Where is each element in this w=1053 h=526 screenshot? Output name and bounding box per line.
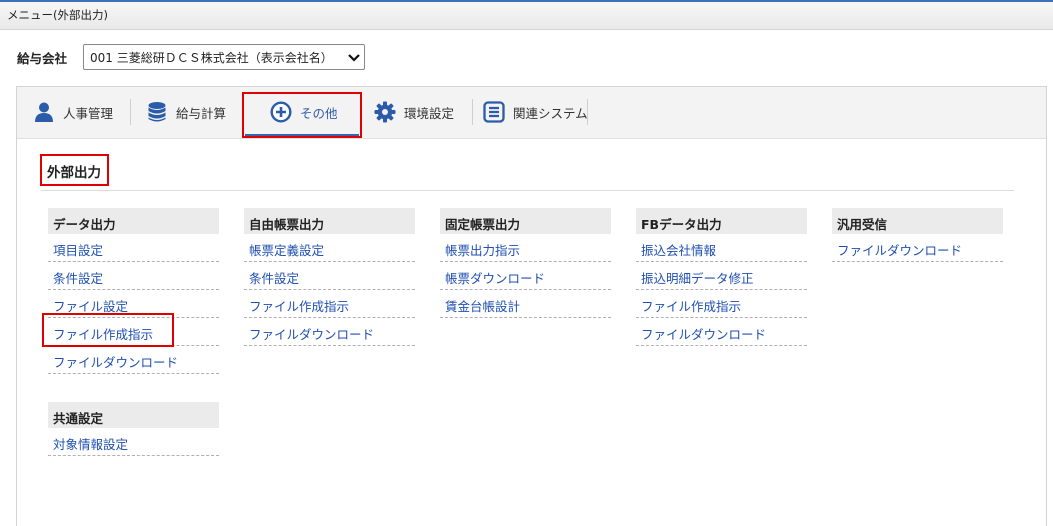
menu-item-file-settings[interactable]: ファイル設定 [48,290,219,318]
column-header: 固定帳票出力 [440,208,611,234]
window-title: メニュー(外部出力) [7,8,108,22]
column-fixed-report-output: 固定帳票出力 帳票出力指示 帳票ダウンロード 賃金台帳設計 [440,208,611,318]
tab-sonota[interactable]: その他 [270,97,338,127]
window-title-bar: メニュー(外部出力) [0,0,1053,30]
tab-label: その他 [300,105,338,121]
menu-panel: 人事管理 給与計算 その他 環境設定 関連システム 外部出力 データ出力 項目設… [16,86,1047,526]
tab-jinji[interactable]: 人事管理 [33,97,113,127]
tab-divider [243,99,244,125]
menu-item-transfer-detail-fix[interactable]: 振込明細データ修正 [636,262,807,290]
tab-bar: 人事管理 給与計算 その他 環境設定 関連システム [17,87,1046,139]
menu-item-file-download[interactable]: ファイルダウンロード [832,234,1003,262]
tab-label: 環境設定 [404,105,455,121]
column-header: 自由帳票出力 [244,208,415,234]
menu-item-condition-settings[interactable]: 条件設定 [48,262,219,290]
menu-item-file-download[interactable]: ファイルダウンロード [48,346,219,374]
person-icon [33,101,55,123]
company-select[interactable]: 001 三菱総研ＤＣＳ株式会社（表示会社名） [83,44,366,70]
menu-item-transfer-company-info[interactable]: 振込会社情報 [636,234,807,262]
tab-divider [130,99,131,125]
section-title: 外部出力 [47,165,101,181]
tab-divider [587,99,588,125]
company-label: 給与会社 [17,50,68,66]
company-row: 給与会社 001 三菱総研ＤＣＳ株式会社（表示会社名） [17,44,366,70]
menu-item-file-create-instruction[interactable]: ファイル作成指示 [244,290,415,318]
menu-item-item-settings[interactable]: 項目設定 [48,234,219,262]
column-header: 汎用受信 [832,208,1003,234]
column-free-report-output: 自由帳票出力 帳票定義設定 条件設定 ファイル作成指示 ファイルダウンロード [244,208,415,346]
active-tab-indicator [245,134,359,137]
section-divider [41,190,1014,191]
menu-item-file-create-instruction[interactable]: ファイル作成指示 [636,290,807,318]
tab-kyuyo[interactable]: 給与計算 [146,97,226,127]
column-general-receive: 汎用受信 ファイルダウンロード [832,208,1003,262]
gear-icon [374,101,396,123]
tab-kankyo[interactable]: 環境設定 [374,97,454,127]
menu-item-file-create-instruction[interactable]: ファイル作成指示 [48,318,219,346]
menu-item-target-info-settings[interactable]: 対象情報設定 [48,428,219,456]
tab-divider [472,99,473,125]
plus-circle-icon [270,101,292,123]
menu-item-report-download[interactable]: 帳票ダウンロード [440,262,611,290]
company-select-value: 001 三菱総研ＤＣＳ株式会社（表示会社名） [90,50,333,65]
tab-label: 関連システム [513,105,588,121]
column-header: 共通設定 [48,402,219,428]
menu-item-report-definition[interactable]: 帳票定義設定 [244,234,415,262]
column-header: データ出力 [48,208,219,234]
column-common-settings: 共通設定 対象情報設定 [48,402,219,456]
menu-item-wage-ledger-design[interactable]: 賃金台帳設計 [440,290,611,318]
column-header: FBデータ出力 [636,208,807,234]
database-icon [146,101,168,123]
tab-divider [361,99,362,125]
tab-label: 給与計算 [176,105,227,121]
menu-item-condition-settings[interactable]: 条件設定 [244,262,415,290]
menu-item-file-download[interactable]: ファイルダウンロード [244,318,415,346]
tab-label: 人事管理 [63,105,114,121]
column-data-output: データ出力 項目設定 条件設定 ファイル設定 ファイル作成指示 ファイルダウンロ… [48,208,219,374]
tab-kanren[interactable]: 関連システム [483,97,588,127]
menu-item-file-download[interactable]: ファイルダウンロード [636,318,807,346]
column-fb-data-output: FBデータ出力 振込会社情報 振込明細データ修正 ファイル作成指示 ファイルダウ… [636,208,807,346]
list-icon [483,101,505,123]
menu-item-report-output-instruction[interactable]: 帳票出力指示 [440,234,611,262]
chevron-down-icon [348,54,360,62]
